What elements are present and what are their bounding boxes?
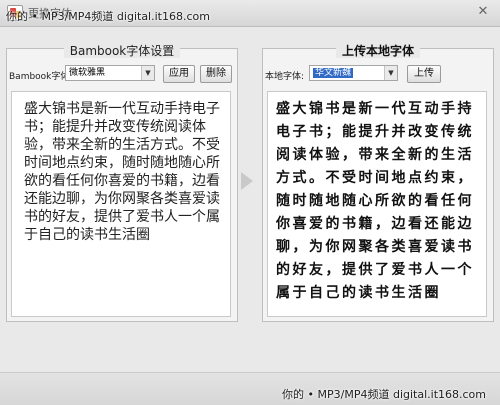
local-preview-text: 盛大锦书是新一代互动手持电子书；能提升并改变传统阅读体验，带来全新的生活方式。不… [276, 101, 474, 301]
apply-button[interactable]: 应用 [163, 65, 195, 83]
watermark-top: 你的 • MP3/MP4频道 digital.it168.com [6, 10, 210, 23]
bambook-font-select[interactable]: 微软雅黑 ▼ [65, 65, 155, 81]
bambook-font-panel-title: Bambook字体设置 [63, 44, 181, 58]
local-font-label: 本地字体: [265, 72, 305, 82]
close-icon[interactable]: ✕ [476, 5, 490, 19]
watermark-bottom: 你的 • MP3/MP4频道 digital.it168.com [282, 388, 486, 401]
chevron-down-icon[interactable]: ▼ [384, 66, 397, 80]
bambook-font-label: Bambook字体: [9, 72, 73, 82]
local-font-value: 华文新魏 [313, 68, 354, 78]
bambook-font-value: 微软雅黑 [69, 68, 106, 78]
chevron-down-icon[interactable]: ▼ [141, 66, 154, 80]
bambook-font-preview: 盛大锦书是新一代互动手持电子书；能提升并改变传统阅读体验，带来全新的生活方式。不… [11, 91, 231, 317]
local-font-select[interactable]: 华文新魏 ▼ [309, 65, 398, 81]
arrow-right-icon [241, 172, 253, 190]
bambook-font-panel: Bambook字体设置 Bambook字体: 微软雅黑 ▼ 应用 删除 盛大锦书… [6, 44, 238, 322]
bambook-preview-text: 盛大锦书是新一代互动手持电子书；能提升并改变传统阅读体验，带来全新的生活方式。不… [24, 101, 220, 243]
delete-button[interactable]: 删除 [200, 65, 232, 83]
upload-button[interactable]: 上传 [407, 65, 441, 83]
local-font-panel-title: 上传本地字体 [335, 44, 420, 58]
local-font-panel: 上传本地字体 本地字体: 华文新魏 ▼ 上传 盛大锦书是新一代互动手持电子书；能… [262, 44, 494, 322]
local-font-preview: 盛大锦书是新一代互动手持电子书；能提升并改变传统阅读体验，带来全新的生活方式。不… [267, 91, 487, 317]
